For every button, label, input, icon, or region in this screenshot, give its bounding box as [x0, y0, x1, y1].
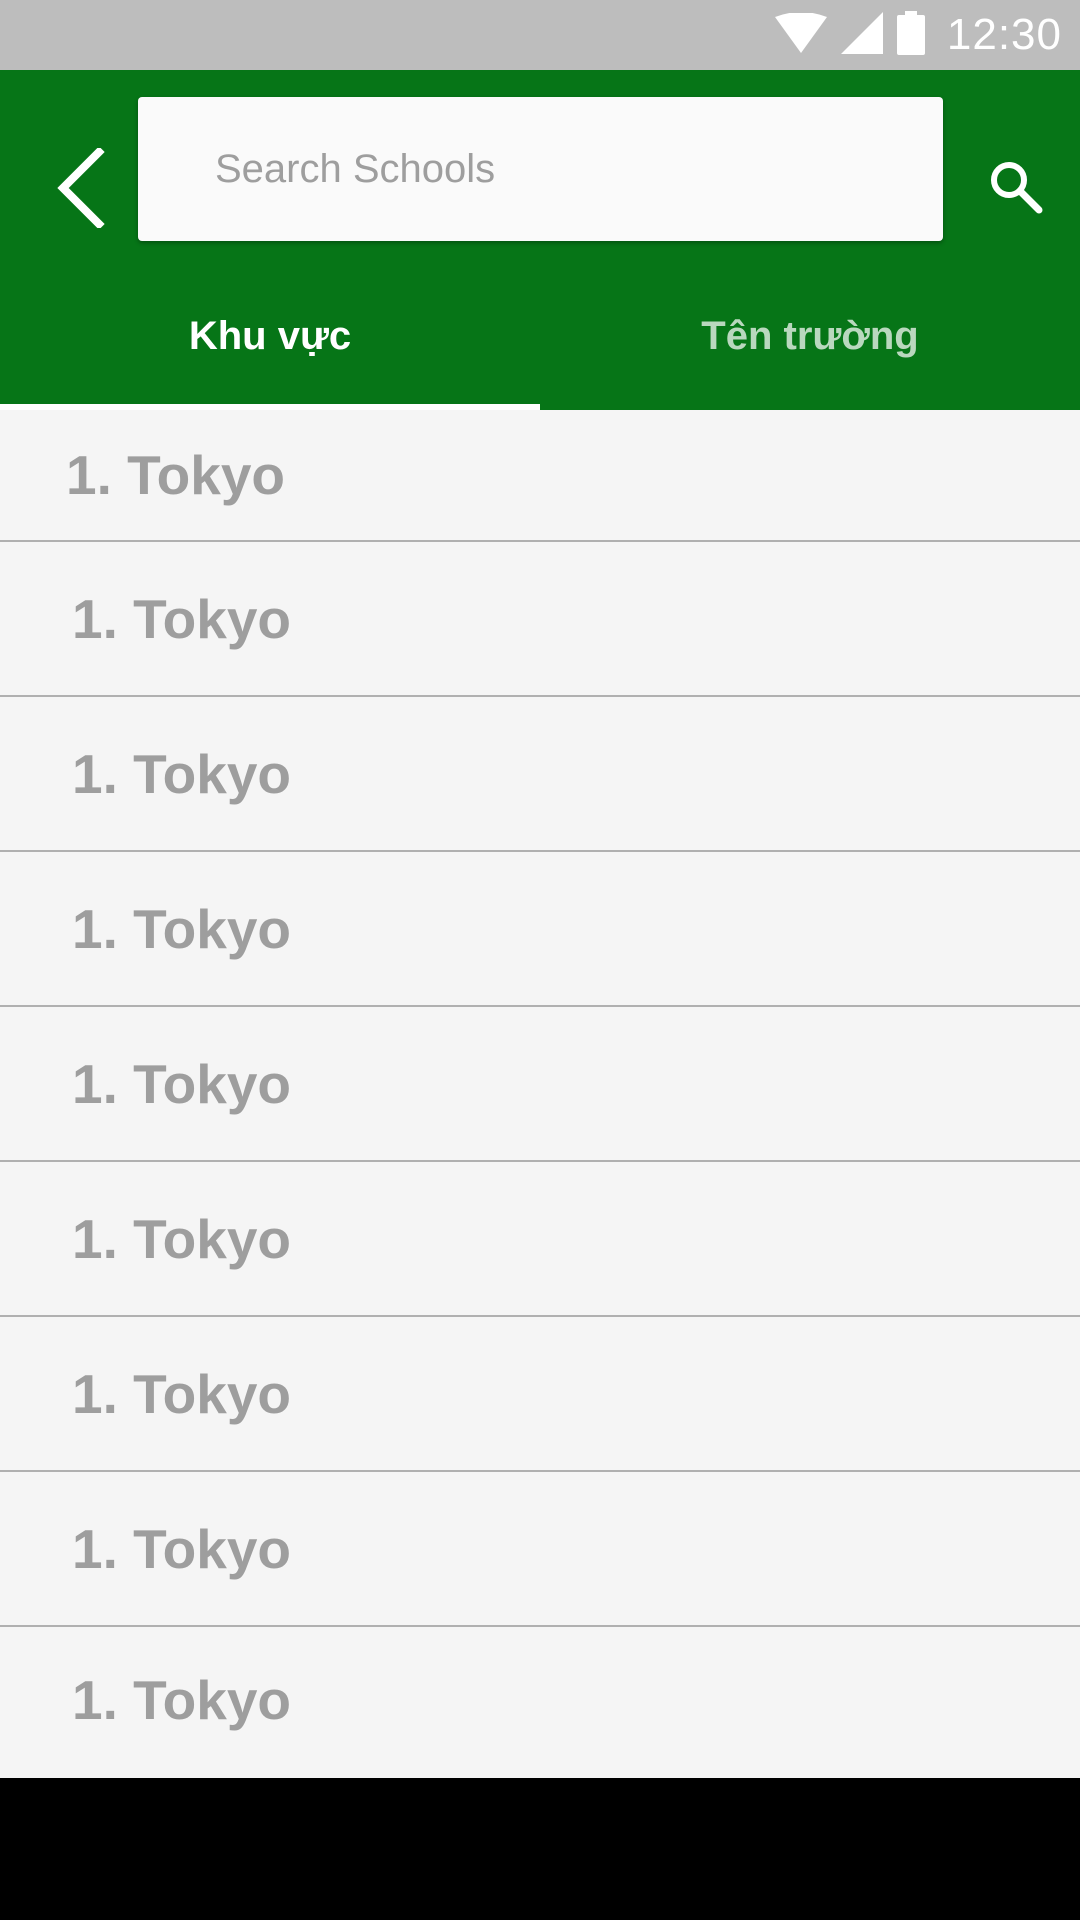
list-item[interactable]: 1. Tokyo [0, 410, 1080, 542]
tab-label: Tên trường [701, 313, 919, 358]
search-box [138, 97, 943, 241]
chevron-left-icon [55, 145, 105, 233]
search-button[interactable] [975, 138, 1055, 238]
list-item[interactable]: 1. Tokyo [0, 1162, 1080, 1317]
list-item[interactable]: 1. Tokyo [0, 1627, 1080, 1773]
list-item[interactable]: 1. Tokyo [0, 1317, 1080, 1472]
tab-khu-vuc[interactable]: Khu vực [0, 270, 540, 410]
list-item-label: 1. Tokyo [72, 1207, 292, 1270]
tab-bar: Khu vực Tên trường [0, 270, 1080, 410]
list-item[interactable]: 1. Tokyo [0, 852, 1080, 1007]
search-icon [987, 158, 1043, 219]
list-item[interactable]: 1. Tokyo [0, 1007, 1080, 1162]
list-item-label: 1. Tokyo [72, 742, 292, 805]
status-time: 12:30 [946, 10, 1062, 59]
battery-icon [896, 10, 925, 60]
list-item-label: 1. Tokyo [72, 1052, 292, 1115]
tab-ten-truong[interactable]: Tên trường [540, 270, 1080, 410]
list-item[interactable]: 1. Tokyo [0, 697, 1080, 852]
list-item-label: 1. Tokyo [72, 1669, 292, 1731]
search-input[interactable] [138, 97, 943, 241]
list-item-label: 1. Tokyo [66, 444, 286, 506]
region-list: 1. Tokyo 1. Tokyo 1. Tokyo 1. Tokyo 1. T… [0, 410, 1080, 1778]
signal-icon [840, 11, 883, 59]
list-item-label: 1. Tokyo [72, 587, 292, 650]
status-icons: 12:30 [774, 0, 1062, 70]
list-item-label: 1. Tokyo [72, 897, 292, 960]
wifi-icon [774, 11, 827, 58]
navigation-bar [0, 1778, 1080, 1920]
list-item[interactable]: 1. Tokyo [0, 542, 1080, 697]
list-item-label: 1. Tokyo [72, 1362, 292, 1425]
tab-label: Khu vực [188, 313, 352, 358]
list-item-label: 1. Tokyo [72, 1517, 292, 1580]
status-bar: 12:30 [0, 0, 1080, 70]
app-bar: Khu vực Tên trường [0, 70, 1080, 410]
back-button[interactable] [40, 130, 120, 250]
list-item[interactable]: 1. Tokyo [0, 1472, 1080, 1627]
